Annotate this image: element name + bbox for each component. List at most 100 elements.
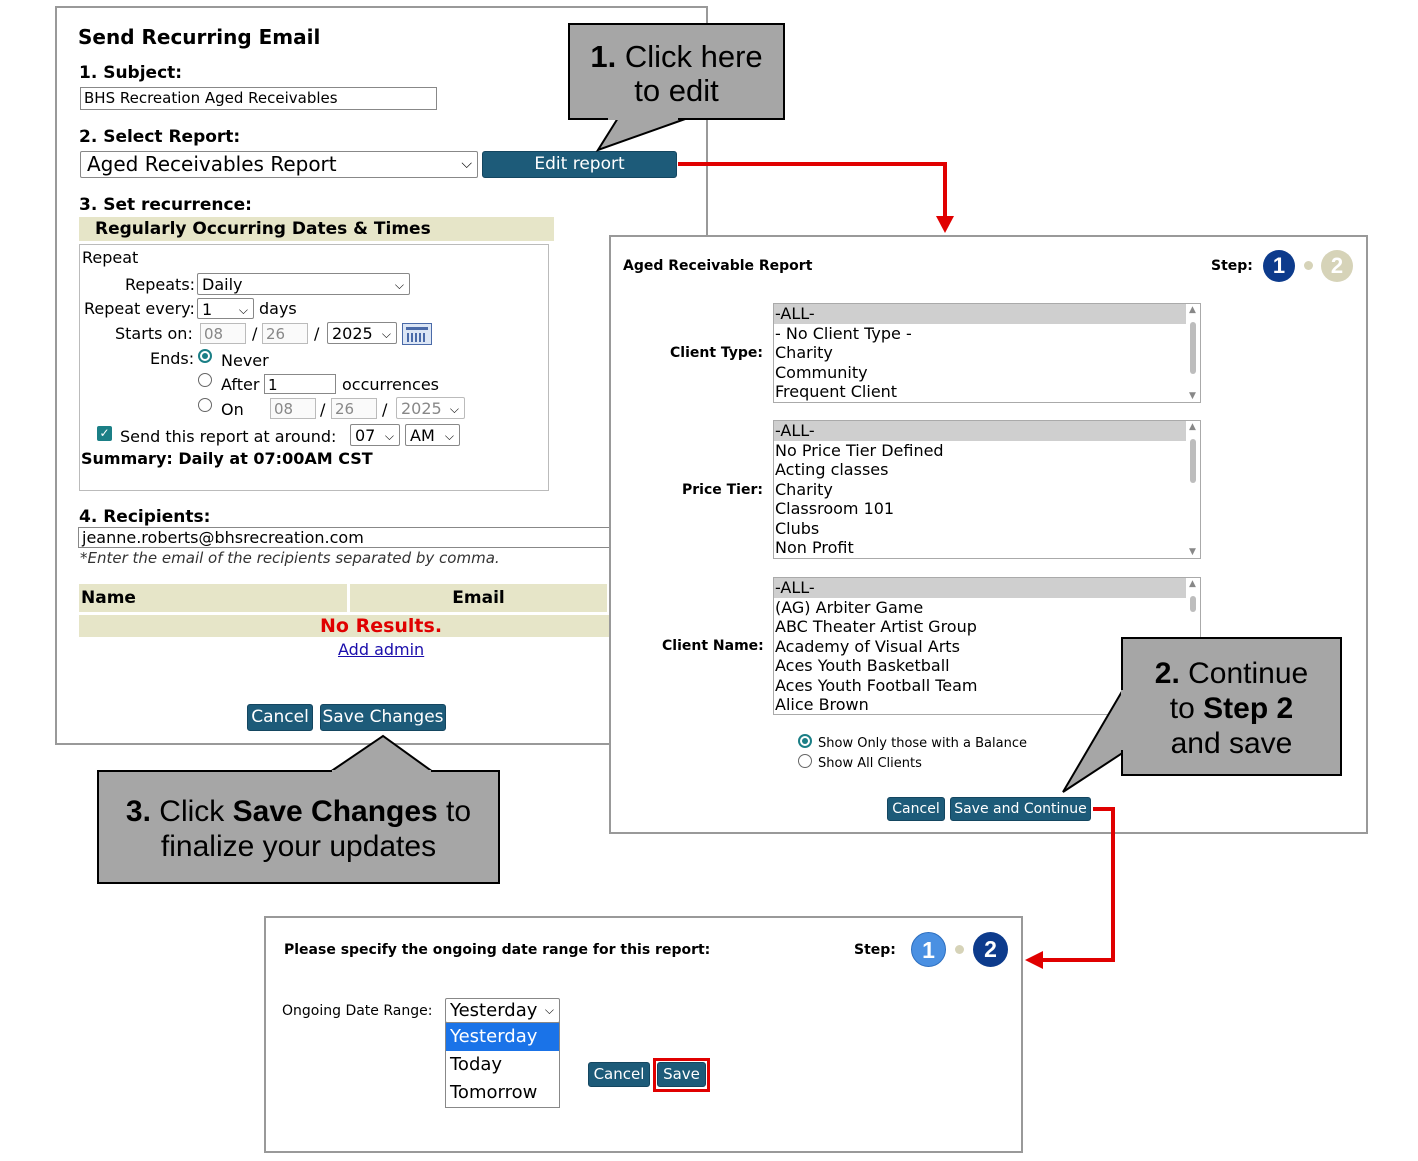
chevron-down-icon: ⌵ [444,429,454,443]
starts-on-label: Starts on: [115,324,193,343]
all-clients-label: Show All Clients [818,756,922,771]
repeat-every-select[interactable]: 1 ⌵ [197,298,254,319]
on-label: On [221,400,244,419]
edit-report-parameters-button[interactable]: Edit report parameters [482,151,677,199]
subject-label: 1. Subject: [79,63,183,83]
callout-3-text-b: to [437,795,472,828]
list-item[interactable]: Frequent Client [774,382,1200,402]
save-and-continue-button[interactable]: Save and Continue [950,797,1091,821]
end-year-value: 2025 [401,399,442,418]
ampm-select[interactable]: AM ⌵ [405,424,460,446]
repeat-every-label: Repeat every: [84,299,195,318]
repeat-every-value: 1 [202,300,213,319]
calendar-icon[interactable] [402,323,432,345]
scrollbar[interactable]: ▲ ▼ [1186,421,1200,558]
list-item[interactable]: Community [774,363,1200,383]
report-select-value: Aged Receivables Report [87,152,337,176]
never-label: Never [221,351,269,370]
start-day-input[interactable]: 26 [262,323,308,344]
price-tier-listbox[interactable]: -ALL- No Price Tier Defined Acting class… [773,420,1201,559]
ends-on-radio[interactable] [198,398,212,412]
dialog2-step-label: Step: [854,942,896,958]
callout-1-text-b: to edit [634,73,719,108]
callout-2: 2. Continue to Step 2 and save [1121,637,1342,776]
list-item[interactable]: No Price Tier Defined [774,441,1200,461]
add-admin-link[interactable]: Add admin [338,640,424,659]
list-item[interactable]: - No Client Type - [774,324,1200,344]
list-item[interactable]: Classroom 101 [774,499,1200,519]
balance-only-radio[interactable] [798,734,812,748]
list-item[interactable]: Non Profit [774,538,1200,558]
date-separator: / [320,400,326,419]
list-item[interactable]: (AG) Arbiter Game [774,598,1200,618]
chevron-down-icon: ⌵ [544,1003,554,1017]
client-type-listbox[interactable]: -ALL- - No Client Type - Charity Communi… [773,303,1201,403]
callout-1-number: 1. [590,39,617,74]
list-item[interactable]: -ALL- [774,421,1200,441]
callout-2-text-b-pre: to [1169,692,1204,725]
col-name-header: Name [79,584,347,612]
hour-select[interactable]: 07 ⌵ [350,424,400,446]
chevron-down-icon: ⌵ [238,303,248,317]
scrollbar[interactable]: ▲ ▼ [1186,304,1200,402]
start-year-select[interactable]: 2025 ⌵ [327,322,397,344]
occurrences-label: occurrences [342,375,440,394]
callout-1: 1. Click here to edit [568,23,785,120]
page-title: Send Recurring Email [78,25,321,49]
dialog2-save-button[interactable]: Save [657,1062,706,1087]
subject-input[interactable]: BHS Recreation Aged Receivables [80,87,437,110]
list-item[interactable]: Charity [774,343,1200,363]
report-select[interactable]: Aged Receivables Report ⌵ [80,151,478,178]
recurrence-header-text: Regularly Occurring Dates & Times [95,219,431,239]
dropdown-option-yesterday[interactable]: Yesterday [446,1023,559,1051]
send-around-checkbox[interactable]: ✓ [97,426,112,441]
date-range-select[interactable]: Yesterday ⌵ [445,998,560,1023]
days-label: days [259,299,297,318]
date-range-dropdown: Yesterday Today Tomorrow [445,1022,560,1108]
save-changes-button[interactable]: Save Changes [320,704,446,731]
list-item[interactable]: Clubs [774,519,1200,539]
arrowhead [1025,951,1043,969]
dialog1-title: Aged Receivable Report [623,258,813,274]
callout-2-number: 2. [1154,657,1180,690]
date-separator: / [314,324,320,343]
list-item[interactable]: -ALL- [774,304,1200,324]
after-label: After [221,375,260,394]
start-year-value: 2025 [332,324,373,343]
start-month-input[interactable]: 08 [200,323,246,344]
callout-2-text-c: and save [1170,727,1293,760]
recipients-input[interactable]: jeanne.roberts@bhsrecreation.com [78,527,610,548]
all-clients-radio[interactable] [798,754,812,768]
callout-2-text-a: Continue [1179,657,1309,690]
col-email-text: Email [452,588,505,608]
ends-never-radio[interactable] [198,349,212,363]
cancel-button[interactable]: Cancel [247,704,313,731]
dialog1-step-label: Step: [1211,258,1253,274]
list-item[interactable]: Acting classes [774,460,1200,480]
chevron-down-icon: ⌵ [384,429,394,443]
list-item[interactable]: -ALL- [774,578,1200,598]
after-occurrences-input[interactable]: 1 [264,374,336,394]
balance-only-label: Show Only those with a Balance [818,736,1027,751]
ongoing-date-range-label: Ongoing Date Range: [282,1003,433,1019]
dialog2-cancel-button[interactable]: Cancel [588,1062,650,1087]
set-recurrence-label: 3. Set recurrence: [79,195,252,215]
dropdown-option-today[interactable]: Today [446,1051,559,1079]
step-2-indicator: 2 [973,932,1008,967]
ends-after-radio[interactable] [198,373,212,387]
end-day-input[interactable]: 26 [331,398,377,419]
end-month-input[interactable]: 08 [270,398,316,419]
list-item[interactable]: ABC Theater Artist Group [774,617,1200,637]
recurrence-summary: Summary: Daily at 07:00AM CST [81,449,373,468]
callout-3-bold: Save Changes [232,795,438,828]
col-name-text: Name [81,588,136,608]
chevron-down-icon: ⌵ [381,327,391,341]
repeats-select[interactable]: Daily ⌵ [197,273,410,295]
dialog1-cancel-button[interactable]: Cancel [887,797,945,821]
list-item[interactable]: Charity [774,480,1200,500]
end-year-select[interactable]: 2025 ⌵ [396,397,465,419]
step-1-indicator: 1 [911,932,946,967]
dropdown-option-tomorrow[interactable]: Tomorrow [446,1079,559,1107]
step-dot [1304,261,1313,270]
callout-3-text-a: Click [150,795,233,828]
